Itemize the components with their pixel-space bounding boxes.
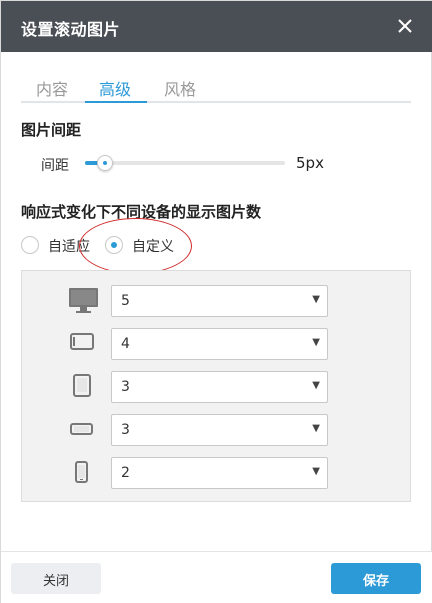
chevron-down-icon: ▼ [312, 423, 320, 434]
radio-circle[interactable] [105, 236, 123, 254]
active-tab-indicator [85, 101, 147, 103]
device-row-tablet-portrait: 3 ▼ [22, 371, 412, 403]
tab-style[interactable]: 风格 [164, 76, 196, 103]
chevron-down-icon: ▼ [312, 294, 320, 305]
tablet-portrait-count-select[interactable]: 3 ▼ [111, 371, 328, 403]
close-button[interactable]: 关闭 [11, 563, 101, 594]
save-button-label: 保存 [362, 574, 389, 589]
tablet-portrait-icon [65, 371, 105, 403]
dialog-titlebar: 设置滚动图片 [1, 1, 432, 52]
tablet-landscape-icon [65, 328, 105, 360]
tab-advanced[interactable]: 高级 [99, 76, 131, 103]
device-row-desktop: 5 ▼ [22, 285, 412, 317]
responsive-section-title: 响应式变化下不同设备的显示图片数 [21, 203, 262, 221]
dialog-footer: 关闭 保存 [1, 551, 432, 603]
chevron-down-icon: ▼ [312, 380, 320, 391]
radio-label: 自定义 [132, 239, 174, 255]
spacing-value: 5px [296, 154, 324, 172]
tab-content[interactable]: 内容 [36, 76, 68, 103]
dialog-title: 设置滚动图片 [21, 20, 121, 39]
select-value: 2 [121, 465, 130, 481]
close-button-label: 关闭 [42, 574, 69, 589]
device-count-panel: 5 ▼ 4 ▼ 3 ▼ 3 ▼ 2 ▼ [21, 270, 411, 502]
slider-thumb[interactable] [97, 155, 113, 171]
select-value: 5 [121, 293, 130, 309]
spacing-slider[interactable] [85, 155, 285, 171]
chevron-down-icon: ▼ [312, 337, 320, 348]
radio-custom[interactable]: 自定义 [105, 234, 185, 256]
phone-landscape-icon [65, 414, 105, 446]
device-row-phone-portrait: 2 ▼ [22, 457, 412, 489]
chevron-down-icon: ▼ [312, 466, 320, 477]
phone-portrait-icon [65, 457, 105, 489]
tab-bar: 内容 高级 风格 [21, 73, 411, 103]
save-button[interactable]: 保存 [331, 563, 421, 594]
radio-adaptive[interactable]: 自适应 [21, 234, 101, 256]
device-row-phone-landscape: 3 ▼ [22, 414, 412, 446]
radio-label: 自适应 [48, 239, 90, 255]
radio-circle[interactable] [21, 236, 39, 254]
desktop-count-select[interactable]: 5 ▼ [111, 285, 328, 317]
select-value: 3 [121, 379, 130, 395]
close-icon[interactable] [395, 15, 415, 37]
settings-dialog: 设置滚动图片 内容 高级 风格 图片间距 间距 5px 响应式变化下不同设备的显… [0, 0, 432, 603]
spacing-section-title: 图片间距 [21, 121, 82, 139]
select-value: 4 [121, 336, 130, 352]
desktop-monitor-icon [65, 285, 105, 317]
tablet-landscape-count-select[interactable]: 4 ▼ [111, 328, 328, 360]
phone-landscape-count-select[interactable]: 3 ▼ [111, 414, 328, 446]
spacing-label: 间距 [41, 158, 69, 174]
phone-portrait-count-select[interactable]: 2 ▼ [111, 457, 328, 489]
device-row-tablet-landscape: 4 ▼ [22, 328, 412, 360]
select-value: 3 [121, 422, 130, 438]
